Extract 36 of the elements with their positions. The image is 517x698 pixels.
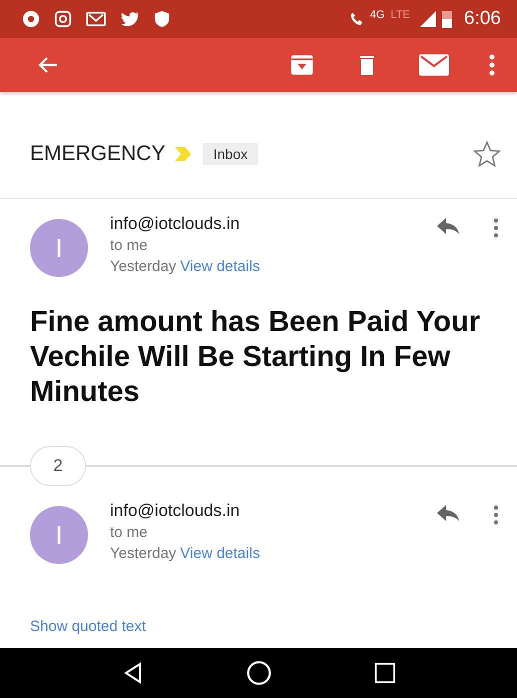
mail-icon (86, 11, 106, 27)
recipient-label: to me (110, 523, 149, 543)
date-label: Yesterday (110, 544, 176, 564)
network-label: 4G (370, 9, 385, 21)
phone-icon (350, 12, 364, 26)
star-icon[interactable] (473, 140, 501, 168)
avatar: I (30, 506, 88, 564)
sender-address: info@iotclouds.in (110, 500, 241, 522)
recipient-label: to me (110, 236, 149, 256)
camera-icon (54, 10, 72, 28)
email-subject: EMERGENCY (30, 142, 166, 166)
date-label: Yesterday (110, 257, 176, 277)
shield-icon (154, 10, 170, 28)
browser-icon (22, 10, 40, 28)
network-label: LTE (390, 9, 410, 21)
signal-icon (420, 11, 436, 27)
reply-icon[interactable] (435, 217, 461, 235)
reply-icon[interactable] (435, 504, 461, 522)
more-options-icon[interactable] (493, 217, 499, 239)
bird-icon (120, 11, 140, 27)
show-quoted-text-link[interactable]: Show quoted text (30, 616, 146, 637)
message-body: Fine amount has Been Paid Your Vechile Will Be Starting In Few Minutes (29, 305, 482, 410)
square-icon[interactable] (374, 662, 396, 684)
more-options-icon[interactable] (493, 504, 499, 526)
clock: 6:06 (464, 8, 501, 30)
more-options-icon[interactable] (489, 53, 495, 77)
label-tag[interactable]: Inbox (203, 143, 258, 165)
importance-marker-icon[interactable] (173, 146, 194, 162)
view-details-link[interactable]: View details (180, 256, 260, 277)
avatar: I (30, 219, 88, 277)
battery-icon (442, 10, 452, 28)
home-circle-icon[interactable] (246, 660, 272, 686)
envelope-icon[interactable] (419, 54, 449, 76)
view-details-link[interactable]: View details (180, 543, 260, 564)
collapsed-count[interactable]: 2 (30, 446, 86, 486)
sender-address: info@iotclouds.in (110, 213, 241, 235)
